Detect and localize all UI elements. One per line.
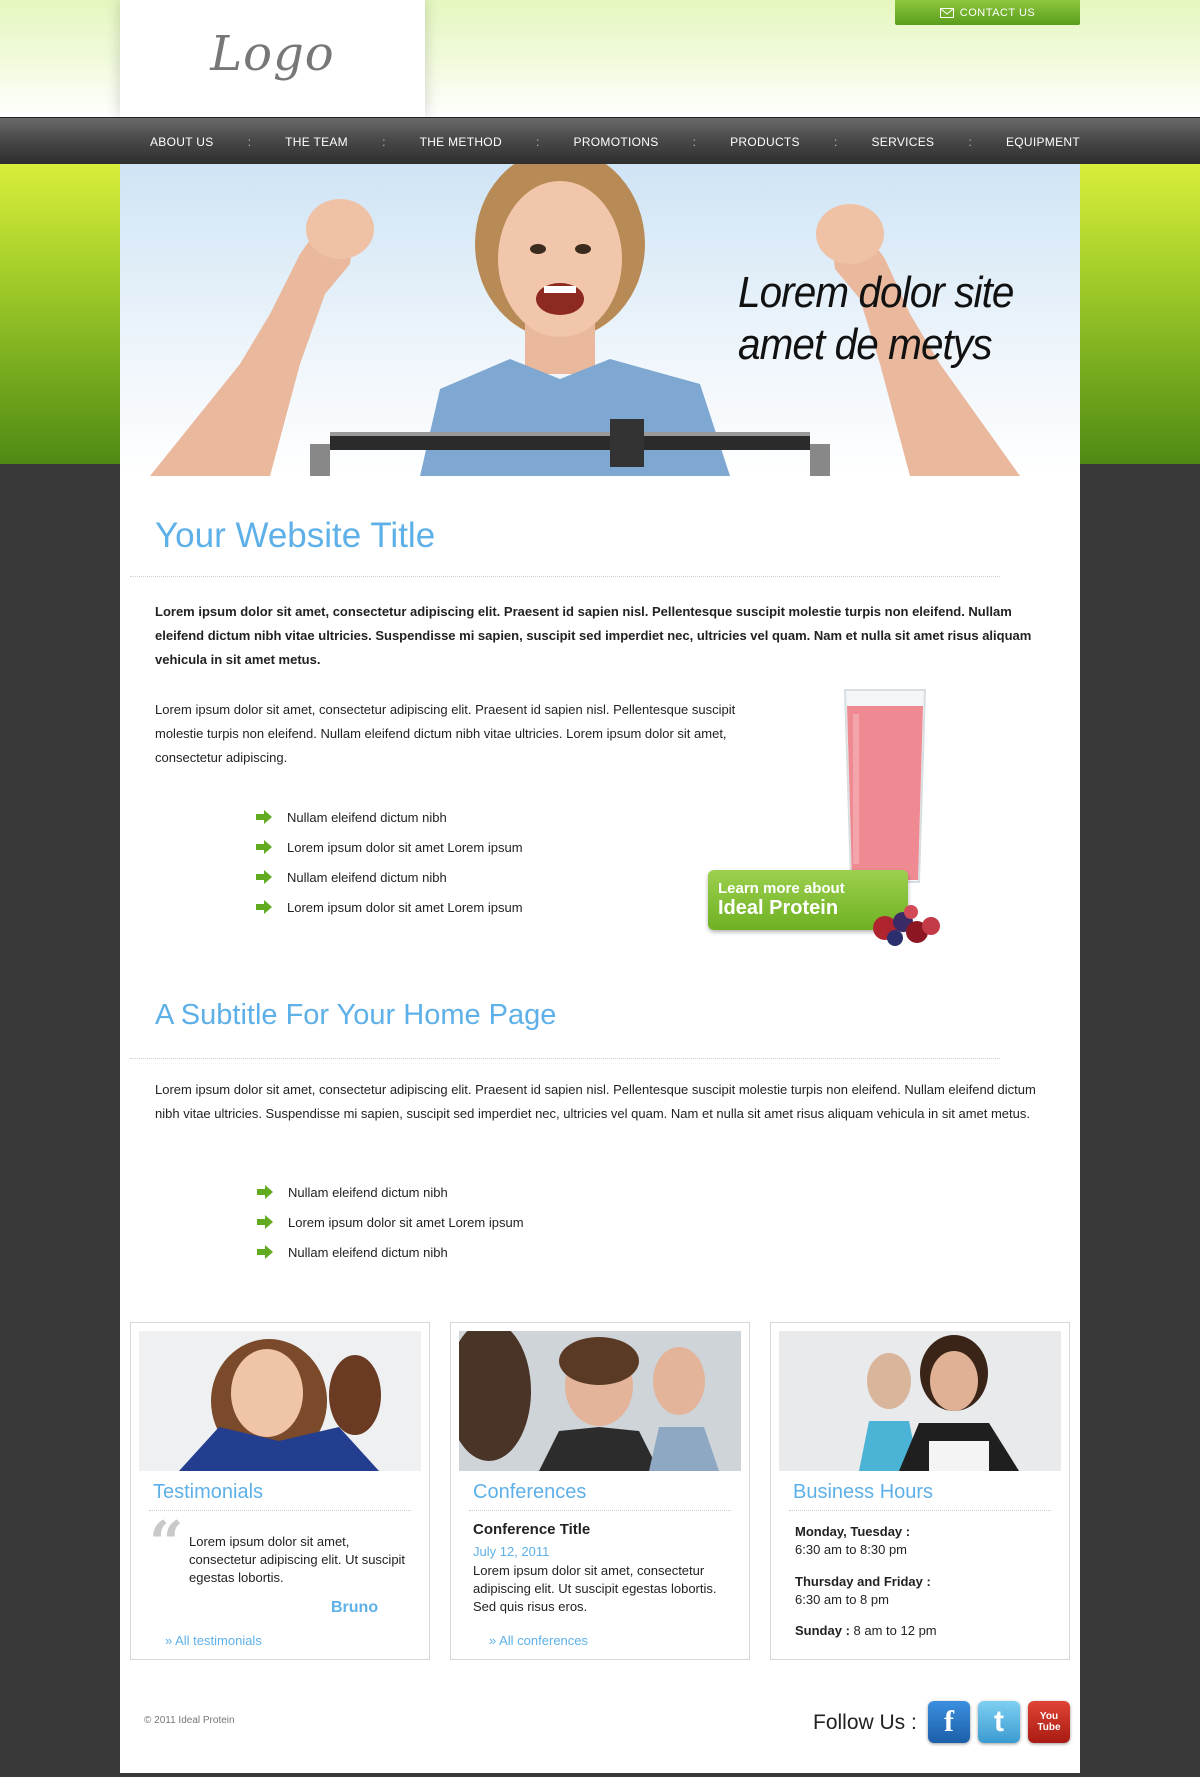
hero-headline-line1: Lorem dolor site [738,268,1014,317]
copyright: © 2011 Ideal Protein [144,1715,235,1726]
conference-photo [459,1331,741,1471]
contact-us-button[interactable]: CONTACT US [895,0,1080,25]
list-item: Lorem ipsum dolor sit amet Lorem ipsum [255,832,523,862]
conference-title: Conference Title [473,1521,591,1538]
drink-glass-image [843,689,927,883]
divider [130,576,1000,577]
hours-row: Monday, Tuesday : 6:30 am to 8:30 pm [795,1523,1055,1559]
hero-banner: Lorem dolor site amet de metys [120,164,1080,476]
list-item-text: Lorem ipsum dolor sit amet Lorem ipsum [287,899,523,915]
list-item: Nullam eleifend dictum nibh [256,1177,524,1207]
logo[interactable]: Logo [120,26,425,82]
subtitle-paragraph: Lorem ipsum dolor sit amet, consectetur … [155,1082,1036,1121]
nav-item-about-us[interactable]: ABOUT US [150,135,214,149]
contact-us-label: CONTACT US [959,6,1036,19]
hours-label: Monday, Tuesday : [795,1524,911,1539]
bullet-list-2: Nullam eleifend dictum nibh Lorem ipsum … [256,1177,524,1267]
list-item-text: Nullam eleifend dictum nibh [288,1244,448,1260]
testimonial-photo [139,1331,421,1471]
nav-separator: : [692,134,696,149]
testimonial-author: Bruno [331,1599,379,1616]
list-item: Nullam eleifend dictum nibh [255,862,523,892]
list-item-text: Nullam eleifend dictum nibh [287,869,447,885]
intro-bold-text: Lorem ipsum dolor sit amet, consectetur … [155,604,1032,667]
nav-item-promotions[interactable]: PROMOTIONS [574,135,659,149]
arrow-right-icon [257,1245,273,1259]
nav-item-equipment[interactable]: EQUIPMENT [1006,135,1080,149]
hours-value: 6:30 am to 8:30 pm [795,1542,908,1557]
nav-separator: : [382,134,386,149]
facebook-glyph: f [944,1705,954,1738]
list-item: Nullam eleifend dictum nibh [256,1237,524,1267]
arrow-right-icon [256,870,272,884]
divider [789,1510,1051,1511]
list-item: Lorem ipsum dolor sit amet Lorem ipsum [256,1207,524,1237]
berries-image [873,905,940,946]
hours-row: Sunday : 8 am to 12 pm [795,1622,1055,1640]
hero-headline: Lorem dolor site amet de metys [738,267,1032,371]
arrow-right-icon [256,900,272,914]
list-item: Nullam eleifend dictum nibh [255,802,523,832]
arrow-right-icon [256,810,272,824]
box-title-testimonials: Testimonials [153,1481,264,1503]
nav-item-the-team[interactable]: THE TEAM [285,135,348,149]
facebook-icon[interactable]: f [928,1701,970,1743]
all-testimonials-link[interactable]: » All testimonials [165,1633,262,1648]
arrow-right-icon [257,1185,273,1199]
hero-headline-line2: amet de metys [738,320,992,369]
arrow-right-icon [257,1215,273,1229]
business-hours-box: Business Hours Monday, Tuesday : 6:30 am… [770,1322,1070,1660]
nav-item-services[interactable]: SERVICES [871,135,934,149]
main-nav: ABOUT US : THE TEAM : THE METHOD : PROMO… [0,117,1200,164]
page-title: Your Website Title [155,516,436,555]
nav-separator: : [968,134,972,149]
nav-separator: : [536,134,540,149]
logo-box[interactable]: Logo [120,0,425,117]
hours-value: 8 am to 12 pm [853,1623,937,1638]
envelope-icon [939,7,954,18]
hours-row: Thursday and Friday : 6:30 am to 8 pm [795,1573,1055,1609]
ideal-protein-promo[interactable]: Learn more about Ideal Protein [705,684,965,946]
conference-text: Lorem ipsum dolor sit amet, consectetur … [473,1563,717,1614]
twitter-icon[interactable]: t [978,1701,1020,1743]
list-item-text: Lorem ipsum dolor sit amet Lorem ipsum [287,839,523,855]
arrow-right-icon [256,840,272,854]
nav-item-the-method[interactable]: THE METHOD [420,135,502,149]
business-hours-photo [779,1331,1061,1471]
all-conferences-link[interactable]: » All conferences [489,1633,588,1648]
divider [149,1510,411,1511]
list-item: Lorem ipsum dolor sit amet Lorem ipsum [255,892,523,922]
conference-date: July 12, 2011 [473,1544,550,1559]
list-item-text: Nullam eleifend dictum nibh [287,809,447,825]
nav-separator: : [834,134,838,149]
divider [469,1510,731,1511]
box-title-business-hours: Business Hours [793,1481,934,1503]
nav-item-products[interactable]: PRODUCTS [730,135,800,149]
hours-value: 6:30 am to 8 pm [795,1592,889,1607]
main-content: Lorem dolor site amet de metys Your Webs… [120,164,1080,1773]
youtube-icon[interactable]: You Tube [1028,1701,1070,1743]
conferences-box: Conferences Conference Title July 12, 20… [450,1322,750,1660]
testimonials-box: Testimonials “ Lorem ipsum dolor sit ame… [130,1322,430,1660]
divider [130,1058,1000,1059]
promo-line1: Learn more about [718,880,845,897]
intro-paragraph: Lorem ipsum dolor sit amet, consectetur … [155,702,736,765]
twitter-glyph: t [994,1705,1004,1738]
page-subtitle: A Subtitle For Your Home Page [155,999,557,1031]
youtube-glyph: You Tube [1037,1711,1061,1733]
quote-icon: “ [149,1509,184,1579]
hours-label: Sunday : [795,1623,850,1638]
nav-list: ABOUT US : THE TEAM : THE METHOD : PROMO… [120,118,1100,165]
hours-label: Thursday and Friday : [795,1574,931,1589]
list-item-text: Nullam eleifend dictum nibh [288,1184,448,1200]
bullet-list-1: Nullam eleifend dictum nibh Lorem ipsum … [255,802,523,922]
list-item-text: Lorem ipsum dolor sit amet Lorem ipsum [288,1214,524,1230]
nav-separator: : [247,134,251,149]
follow-us-label: Follow Us : [813,1711,917,1734]
testimonial-quote: Lorem ipsum dolor sit amet, consectetur … [189,1534,406,1585]
box-title-conferences: Conferences [473,1481,587,1503]
